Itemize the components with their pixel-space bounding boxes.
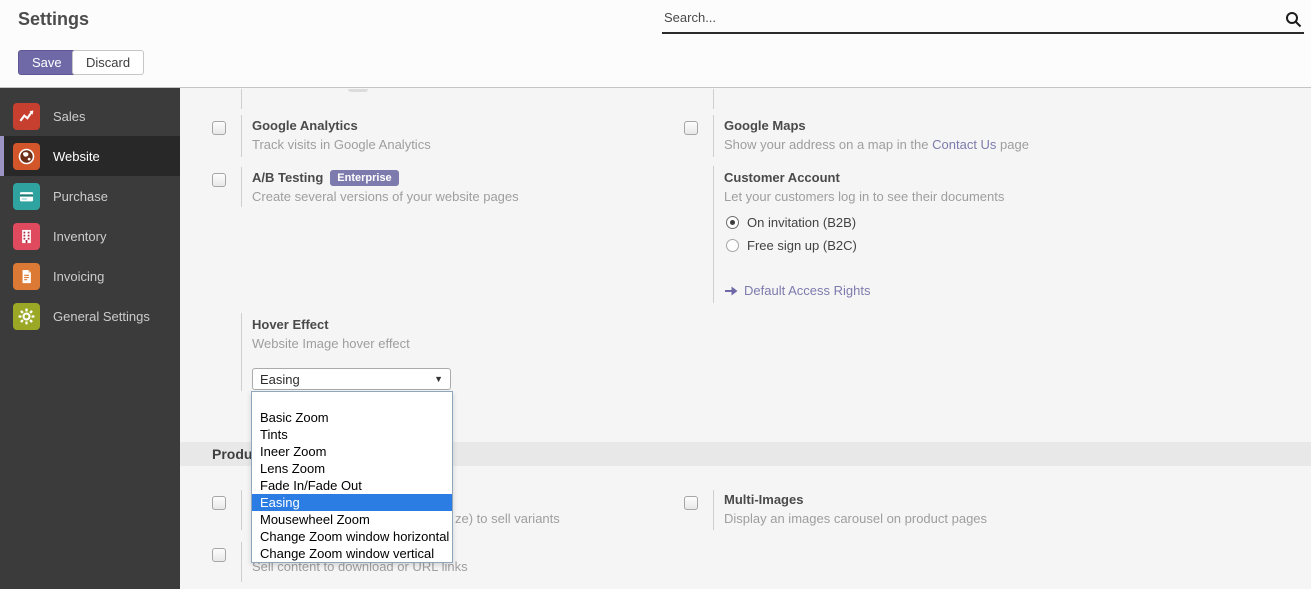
link-label: Default Access Rights	[744, 283, 870, 298]
google-analytics-checkbox[interactable]	[212, 121, 226, 135]
divider	[241, 115, 242, 157]
app-sidebar: Sales Website Purchase Inventory Invoici…	[0, 88, 180, 589]
divider	[241, 167, 242, 207]
dropdown-option-selected[interactable]: Easing	[252, 494, 452, 511]
divider	[713, 115, 714, 157]
dropdown-option[interactable]: Fade In/Fade Out	[252, 477, 452, 494]
sidebar-item-general-settings[interactable]: General Settings	[0, 296, 180, 336]
dropdown-option[interactable]: Lens Zoom	[252, 460, 452, 477]
search-icon[interactable]	[1285, 11, 1302, 33]
divider	[241, 89, 242, 109]
sidebar-item-label: Website	[53, 149, 100, 164]
dropdown-option[interactable]: Mousewheel Zoom	[252, 511, 452, 528]
sales-chart-icon	[13, 103, 40, 130]
sidebar-item-label: Sales	[53, 109, 86, 124]
search-input[interactable]	[662, 5, 1267, 30]
sidebar-item-website[interactable]: Website	[0, 136, 180, 176]
dropdown-option[interactable]: Tints	[252, 426, 452, 443]
multi-images-checkbox[interactable]	[684, 496, 698, 510]
ab-testing-title-text: A/B Testing	[252, 170, 323, 185]
ab-testing-title: A/B Testing Enterprise	[252, 170, 399, 186]
divider	[713, 490, 714, 530]
building-icon	[13, 223, 40, 250]
settings-page: Settings Save Discard Sales Website	[0, 0, 1311, 589]
dropdown-option[interactable]: Basic Zoom	[252, 409, 452, 426]
credit-card-icon	[13, 183, 40, 210]
radio-label: On invitation (B2B)	[747, 215, 856, 230]
dropdown-option[interactable]: Change Zoom window horizontal	[252, 528, 452, 545]
contact-us-link[interactable]: Contact Us	[932, 137, 996, 152]
search-bar	[662, 5, 1304, 34]
gear-icon	[13, 303, 40, 330]
divider	[241, 490, 242, 530]
dropdown-option[interactable]: Ineer Zoom	[252, 443, 452, 460]
save-button[interactable]: Save	[18, 50, 76, 75]
variants-desc-fragment: ze) to sell variants	[455, 511, 560, 526]
dropdown-option-blank[interactable]	[252, 392, 452, 409]
sidebar-item-label: General Settings	[53, 309, 150, 324]
digital-content-checkbox[interactable]	[212, 548, 226, 562]
hover-effect-desc: Website Image hover effect	[252, 336, 410, 351]
sidebar-item-label: Inventory	[53, 229, 106, 244]
sidebar-item-purchase[interactable]: Purchase	[0, 176, 180, 216]
dropdown-option[interactable]: Change Zoom window vertical	[252, 545, 452, 562]
google-analytics-title: Google Analytics	[252, 118, 358, 133]
customer-account-desc: Let your customers log in to see their d…	[724, 189, 1004, 204]
hover-effect-select[interactable]: Easing ▼	[252, 368, 451, 390]
google-maps-title: Google Maps	[724, 118, 806, 133]
radio-selected-icon[interactable]	[726, 216, 739, 229]
hover-effect-title: Hover Effect	[252, 317, 329, 332]
ab-testing-checkbox[interactable]	[212, 173, 226, 187]
default-access-rights-link[interactable]: Default Access Rights	[724, 283, 870, 298]
sidebar-item-inventory[interactable]: Inventory	[0, 216, 180, 256]
globe-icon	[13, 143, 40, 170]
discard-button[interactable]: Discard	[72, 50, 144, 75]
multi-images-desc: Display an images carousel on product pa…	[724, 511, 987, 526]
google-maps-desc: Show your address on a map in the Contac…	[724, 137, 1029, 152]
partial-scrolled-element	[348, 89, 368, 92]
sidebar-item-label: Purchase	[53, 189, 108, 204]
divider	[713, 166, 714, 303]
sidebar-item-invoicing[interactable]: Invoicing	[0, 256, 180, 296]
page-title: Settings	[18, 9, 89, 30]
variants-checkbox[interactable]	[212, 496, 226, 510]
google-maps-desc-suffix: page	[996, 137, 1029, 152]
divider	[241, 542, 242, 582]
radio-free-signup[interactable]: Free sign up (B2C)	[726, 238, 857, 253]
sidebar-item-label: Invoicing	[53, 269, 104, 284]
document-icon	[13, 263, 40, 290]
arrow-right-icon	[724, 285, 738, 297]
google-analytics-desc: Track visits in Google Analytics	[252, 137, 431, 152]
google-maps-desc-prefix: Show your address on a map in the	[724, 137, 932, 152]
sidebar-item-sales[interactable]: Sales	[0, 96, 180, 136]
header-bar: Settings Save Discard	[0, 0, 1311, 88]
divider	[713, 89, 714, 109]
multi-images-title: Multi-Images	[724, 492, 803, 507]
radio-on-invitation[interactable]: On invitation (B2B)	[726, 215, 856, 230]
enterprise-badge: Enterprise	[330, 170, 398, 186]
divider	[241, 313, 242, 391]
customer-account-title: Customer Account	[724, 170, 840, 185]
hover-effect-dropdown: Basic Zoom Tints Ineer Zoom Lens Zoom Fa…	[251, 391, 453, 563]
select-value: Easing	[260, 372, 300, 387]
google-maps-checkbox[interactable]	[684, 121, 698, 135]
ab-testing-desc: Create several versions of your website …	[252, 189, 519, 204]
chevron-down-icon: ▼	[434, 374, 443, 384]
radio-label: Free sign up (B2C)	[747, 238, 857, 253]
radio-unselected-icon[interactable]	[726, 239, 739, 252]
